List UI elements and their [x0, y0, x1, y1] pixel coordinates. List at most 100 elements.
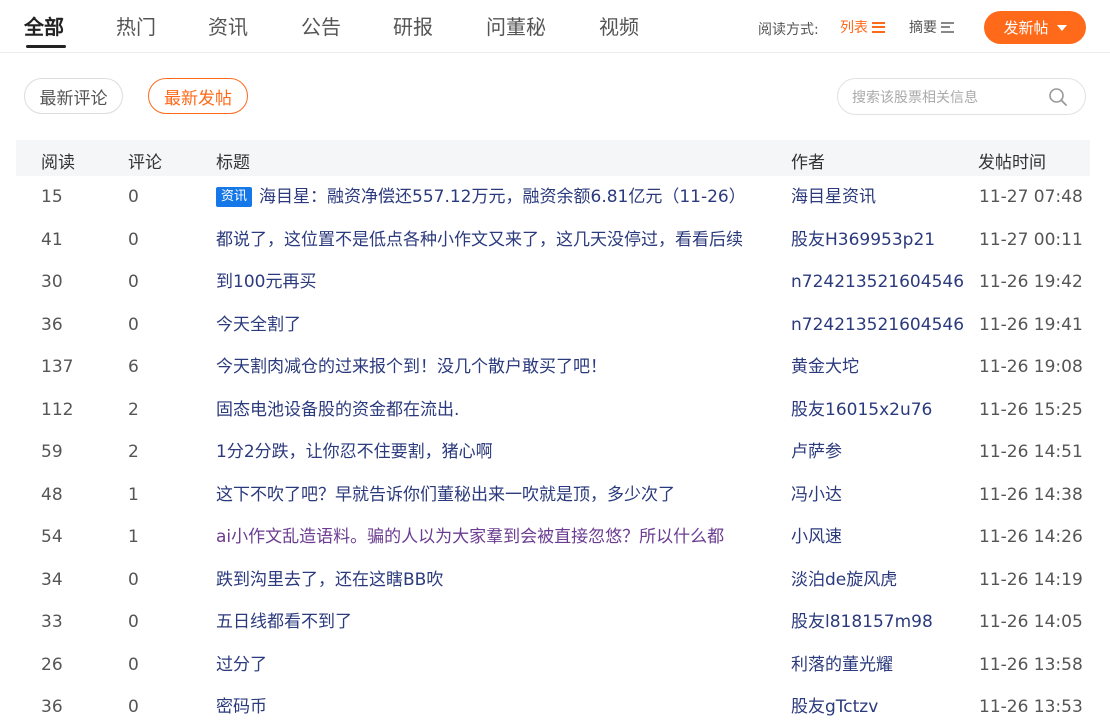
read-count: 59: [41, 442, 63, 462]
latest-comment-filter[interactable]: 最新评论: [24, 78, 123, 114]
post-time: 11-26 19:08: [979, 357, 1083, 377]
post-title-text: 今天割肉减仓的过来报个到！没几个散户敢买了吧！: [216, 357, 607, 377]
tab-ask-secretary[interactable]: 问董秘: [486, 14, 546, 40]
post-title-link[interactable]: 今天割肉减仓的过来报个到！没几个散户敢买了吧！: [216, 356, 764, 378]
post-title-link[interactable]: 这下不吹了吧？早就告诉你们董秘出来一吹就是顶，多少次了: [216, 484, 764, 506]
tab-video[interactable]: 视频: [599, 14, 639, 40]
post-time: 11-26 14:26: [979, 527, 1083, 547]
table-row: 36 0 密码币 股友gTctzv 11-26 13:53: [16, 686, 1090, 728]
comment-count: 6: [128, 357, 139, 377]
read-count: 33: [41, 612, 63, 632]
tab-news[interactable]: 资讯: [208, 14, 248, 40]
list-mode-toggle[interactable]: 列表: [840, 17, 885, 37]
read-count: 30: [41, 272, 63, 292]
author-link[interactable]: 海目星资讯: [791, 186, 876, 208]
list-icon: [872, 21, 885, 33]
author-link[interactable]: 利落的董光耀: [791, 654, 893, 676]
read-count: 41: [41, 229, 63, 250]
header-comments: 评论: [128, 153, 162, 173]
author-link[interactable]: 淡泊de旋风虎: [791, 569, 897, 591]
summary-icon: [941, 21, 954, 33]
post-title-text: 过分了: [216, 654, 267, 675]
table-row: 30 0 到100元再买 n724213521604546 11-26 19:42: [16, 261, 1090, 303]
table-row: 41 0 都说了，这位置不是低点各种小作文又来了，这几天没停过，看看后续 股友H369…: [16, 219, 1090, 261]
header-author: 作者: [791, 153, 825, 173]
post-title-link[interactable]: 密码币: [216, 696, 764, 718]
post-time: 11-26 14:05: [979, 612, 1083, 632]
post-title-link[interactable]: 到100元再买: [216, 271, 764, 293]
table-row: 59 2 1分2分跌，让你忍不住要割，猪心啊 卢萨参 11-26 14:51: [16, 431, 1090, 473]
read-mode-label: 阅读方式:: [758, 22, 819, 38]
author-link[interactable]: n724213521604546: [791, 314, 964, 336]
header-title: 标题: [216, 153, 250, 173]
post-title-text: 都说了，这位置不是低点各种小作文又来了，这几天没停过，看看后续: [216, 229, 743, 250]
author-link[interactable]: 股友l818157m98: [791, 611, 933, 633]
header-time: 发帖时间: [978, 153, 1046, 173]
comment-count: 0: [128, 187, 139, 207]
author-link[interactable]: 黄金大坨: [791, 356, 859, 378]
post-time: 11-26 14:51: [979, 442, 1083, 462]
post-title-link[interactable]: 固态电池设备股的资金都在流出.: [216, 399, 764, 421]
post-title-link[interactable]: 跌到沟里去了，还在这瞎BB吹: [216, 569, 764, 591]
tab-all[interactable]: 全部: [24, 14, 64, 40]
list-mode-label: 列表: [840, 20, 868, 36]
post-title-text: 到100元再买: [216, 272, 317, 292]
caret-down-icon: [1056, 24, 1067, 31]
post-title-text: 跌到沟里去了，还在这瞎BB吹: [216, 569, 444, 590]
post-time: 11-27 07:48: [979, 187, 1083, 207]
read-count: 54: [41, 527, 63, 547]
new-post-label: 发新帖: [1003, 19, 1049, 37]
post-title-text: 五日线都看不到了: [216, 612, 352, 632]
read-count: 48: [41, 484, 63, 505]
read-count: 112: [41, 399, 74, 420]
comment-count: 0: [128, 654, 139, 675]
comment-count: 1: [128, 484, 139, 505]
author-link[interactable]: 卢萨参: [791, 441, 842, 463]
read-count: 34: [41, 569, 63, 590]
post-title-text: 密码币: [216, 697, 267, 717]
comment-count: 0: [128, 569, 139, 590]
post-title-text: 今天全割了: [216, 314, 301, 335]
search-input[interactable]: [850, 87, 1044, 109]
comment-count: 0: [128, 314, 139, 335]
search-icon[interactable]: [1048, 87, 1068, 107]
post-title-link[interactable]: 资讯 海目星：融资净偿还557.12万元，融资余额6.81亿元（11-26）: [216, 186, 764, 208]
new-post-button[interactable]: 发新帖: [984, 11, 1086, 44]
table-row: 15 0 资讯 海目星：融资净偿还557.12万元，融资余额6.81亿元（11-26）…: [16, 176, 1090, 218]
post-title-text: ai小作文乱造语料。骗的人以为大家羣到会被直接忽悠？所以什么都: [216, 527, 725, 547]
author-link[interactable]: 股友H369953p21: [791, 229, 935, 251]
post-time: 11-26 19:42: [979, 272, 1083, 292]
comment-count: 0: [128, 612, 139, 632]
post-title-link[interactable]: ai小作文乱造语料。骗的人以为大家羣到会被直接忽悠？所以什么都: [216, 526, 764, 548]
post-title-link[interactable]: 都说了，这位置不是低点各种小作文又来了，这几天没停过，看看后续: [216, 229, 764, 251]
tab-research[interactable]: 研报: [393, 14, 433, 40]
post-title-text: 1分2分跌，让你忍不住要割，猪心啊: [216, 442, 493, 462]
author-link[interactable]: 股友16015x2u76: [791, 399, 932, 421]
post-title-text: 固态电池设备股的资金都在流出.: [216, 399, 460, 420]
post-time: 11-26 13:53: [979, 697, 1083, 717]
header-read: 阅读: [41, 153, 75, 173]
author-link[interactable]: n724213521604546: [791, 271, 964, 293]
post-time: 11-27 00:11: [979, 229, 1083, 250]
table-row: 36 0 今天全割了 n724213521604546 11-26 19:41: [16, 304, 1090, 346]
search-box: [837, 78, 1086, 115]
author-link[interactable]: 股友gTctzv: [791, 696, 878, 718]
author-link[interactable]: 冯小达: [791, 484, 842, 506]
comment-count: 1: [128, 527, 139, 547]
read-count: 36: [41, 314, 63, 335]
tab-hot[interactable]: 热门: [116, 14, 156, 40]
post-title-link[interactable]: 五日线都看不到了: [216, 611, 764, 633]
summary-mode-toggle[interactable]: 摘要: [909, 17, 954, 37]
author-link[interactable]: 小风速: [791, 526, 842, 548]
comment-count: 0: [128, 229, 139, 250]
latest-post-filter[interactable]: 最新发帖: [148, 78, 248, 114]
active-tab-indicator: [26, 45, 66, 48]
post-title-link[interactable]: 今天全割了: [216, 314, 764, 336]
post-title-link[interactable]: 1分2分跌，让你忍不住要割，猪心啊: [216, 441, 764, 463]
tab-announcement[interactable]: 公告: [301, 14, 341, 40]
post-time: 11-26 19:41: [979, 314, 1083, 335]
read-count: 15: [41, 187, 63, 207]
summary-mode-label: 摘要: [909, 20, 937, 36]
post-title-link[interactable]: 过分了: [216, 654, 764, 676]
table-row: 112 2 固态电池设备股的资金都在流出. 股友16015x2u76 11-26 15:…: [16, 389, 1090, 431]
